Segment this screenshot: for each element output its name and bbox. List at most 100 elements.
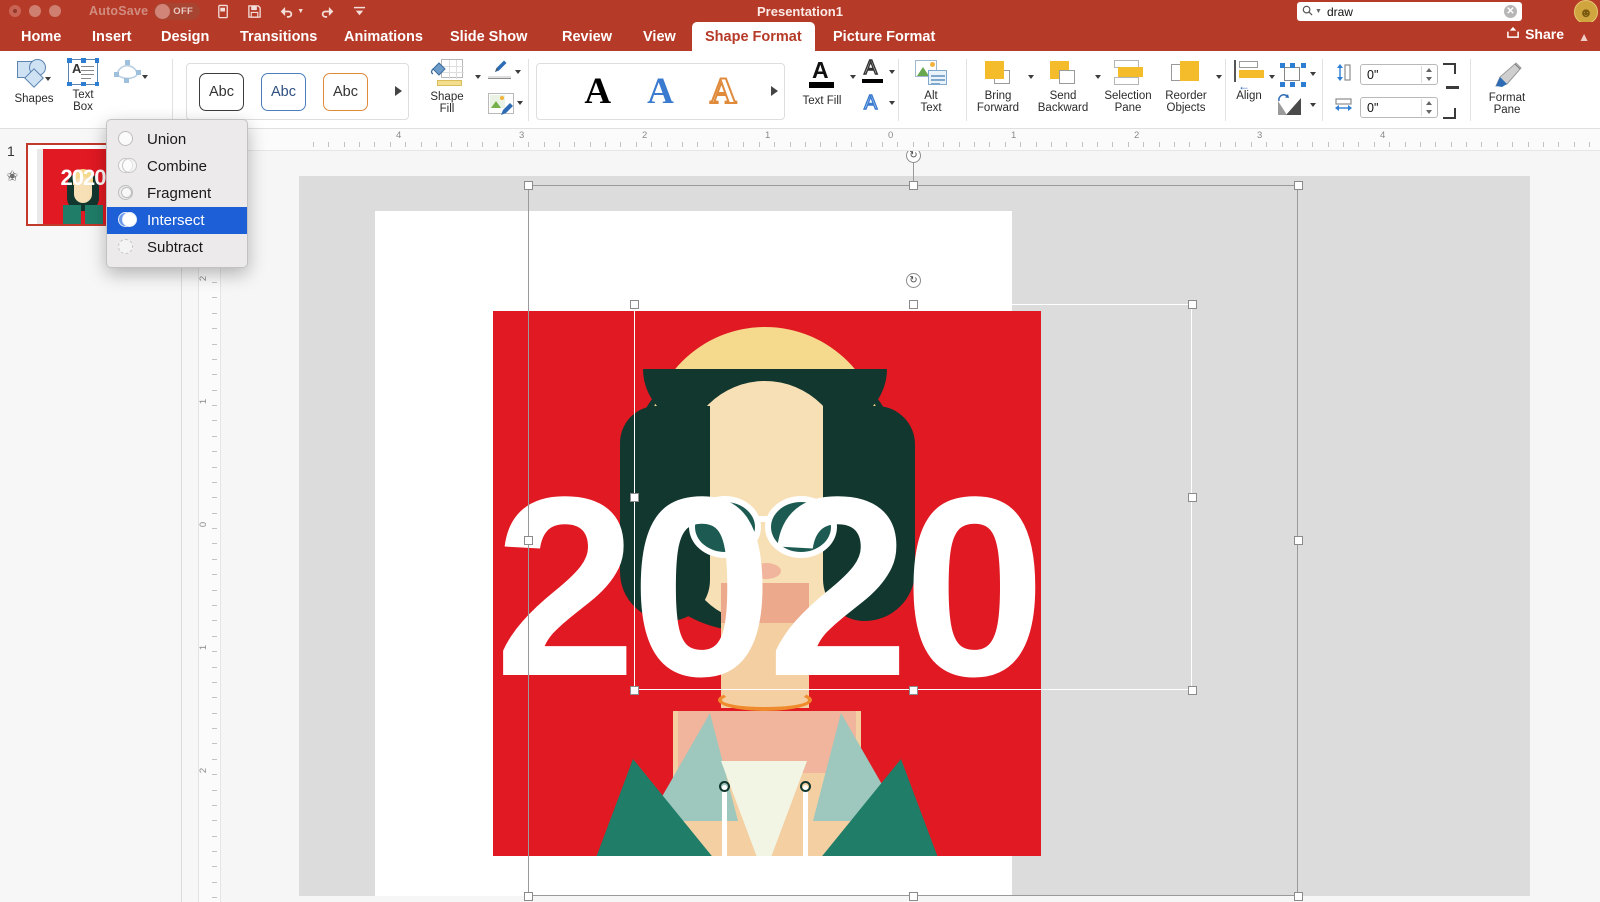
shape-effects-caret[interactable] [517, 101, 523, 105]
text-effects-button[interactable]: A [862, 95, 884, 117]
tab-transitions[interactable]: Transitions [227, 22, 330, 51]
inner-handle-bottom-right[interactable] [1188, 686, 1197, 695]
height-stepper[interactable] [1421, 66, 1436, 83]
autosave-toggle[interactable]: OFF [154, 3, 200, 20]
wordart-styles-gallery[interactable]: A A A [536, 63, 785, 120]
shape-height-field[interactable] [1360, 64, 1438, 85]
text-outline-button[interactable]: A [862, 61, 884, 87]
text-effects-caret[interactable] [889, 101, 895, 105]
text-box-button[interactable]: A Text Box [64, 59, 102, 113]
save-icon[interactable] [247, 4, 262, 19]
rotate-caret[interactable] [1310, 103, 1316, 107]
shape-fill-button[interactable]: Shape Fill [420, 59, 474, 115]
clear-search-icon[interactable]: ✕ [1504, 5, 1517, 18]
shape-fill-caret[interactable] [475, 75, 481, 79]
inner-handle-bottom-center[interactable] [909, 686, 918, 695]
inner-handle-middle-right[interactable] [1188, 493, 1197, 502]
horizontal-ruler[interactable]: 432101234 [199, 129, 1600, 151]
shapes-button[interactable]: Shapes [6, 59, 62, 105]
avatar[interactable]: ☻ [1574, 0, 1598, 24]
share-button[interactable]: Share [1506, 26, 1564, 42]
handle-bottom-center[interactable] [909, 892, 918, 901]
edit-points-button[interactable] [108, 59, 146, 85]
format-pane-button[interactable]: Format Pane [1478, 60, 1536, 116]
shape-styles-more-arrow[interactable] [395, 86, 402, 96]
search-input[interactable] [1327, 5, 1504, 19]
reorder-objects-caret[interactable] [1216, 75, 1222, 79]
inner-rotate-handle[interactable]: ↻ [906, 273, 921, 288]
inner-handle-top-center[interactable] [909, 300, 918, 309]
chevron-down-icon[interactable]: ▼ [1315, 8, 1322, 15]
shape-effects-button[interactable] [488, 93, 514, 114]
handle-top-center[interactable] [909, 181, 918, 190]
tab-view[interactable]: View [630, 22, 689, 51]
tab-review[interactable]: Review [549, 22, 625, 51]
shape-width-field[interactable] [1360, 97, 1438, 118]
shape-styles-gallery[interactable]: Abc Abc Abc [186, 63, 409, 120]
tab-slide-show[interactable]: Slide Show [437, 22, 540, 51]
merge-shapes-menu[interactable]: Union Combine Fragment Intersect Subtrac… [106, 119, 248, 268]
tab-design[interactable]: Design [148, 22, 222, 51]
undo-icon[interactable]: ▼ [278, 5, 304, 18]
text-outline-caret[interactable] [889, 70, 895, 74]
align-caret[interactable] [1269, 75, 1275, 79]
inner-handle-top-left[interactable] [630, 300, 639, 309]
text-fill-caret[interactable] [850, 75, 856, 79]
maximize-window-button[interactable] [49, 5, 61, 17]
tab-picture-format[interactable]: Picture Format [820, 22, 948, 51]
reorder-objects-button[interactable]: Reorder Objects [1160, 60, 1212, 114]
selection-pane-button[interactable]: Selection Pane [1100, 60, 1156, 114]
shapes-dropdown-caret[interactable] [45, 77, 51, 81]
menu-item-combine[interactable]: Combine [107, 153, 247, 180]
tab-insert[interactable]: Insert [79, 22, 145, 51]
bring-forward-caret[interactable] [1028, 75, 1034, 79]
menu-item-union[interactable]: Union [107, 126, 247, 153]
send-backward-button[interactable]: Send Backward [1035, 60, 1091, 114]
handle-middle-left[interactable] [524, 536, 533, 545]
width-stepper[interactable] [1421, 99, 1436, 116]
rotate-button[interactable] [1278, 95, 1306, 117]
tab-home[interactable]: Home [8, 22, 74, 51]
inner-handle-bottom-left[interactable] [630, 686, 639, 695]
menu-item-intersect[interactable]: Intersect [107, 207, 247, 234]
menu-item-subtract[interactable]: Subtract [107, 234, 247, 261]
minimize-window-button[interactable] [29, 5, 41, 17]
wordart-style-3[interactable]: A [710, 73, 737, 110]
window-controls[interactable] [0, 5, 61, 17]
close-window-button[interactable] [9, 5, 21, 17]
menu-item-fragment[interactable]: Fragment [107, 180, 247, 207]
group-objects-button[interactable] [1278, 63, 1308, 87]
inner-handle-middle-left[interactable] [630, 493, 639, 502]
tab-shape-format[interactable]: Shape Format [692, 22, 815, 51]
shape-style-1[interactable]: Abc [199, 73, 244, 111]
tab-animations[interactable]: Animations [331, 22, 436, 51]
autosave-control[interactable]: AutoSave OFF [89, 3, 200, 20]
group-objects-caret[interactable] [1310, 72, 1316, 76]
slide-canvas-area[interactable]: 2020 ↻ ↻ [221, 151, 1600, 902]
shape-height-input[interactable] [1361, 68, 1417, 82]
new-slide-icon[interactable] [216, 4, 231, 19]
wordart-style-1[interactable]: A [584, 73, 611, 110]
handle-top-left[interactable] [524, 181, 533, 190]
alt-text-button[interactable]: Alt Text [908, 60, 954, 114]
bring-forward-button[interactable]: Bring Forward [972, 60, 1024, 114]
shape-width-input[interactable] [1361, 101, 1417, 115]
edit-points-caret[interactable] [142, 75, 148, 79]
handle-bottom-left[interactable] [524, 892, 533, 901]
search-box[interactable]: ▼ ✕ [1297, 2, 1522, 21]
redo-icon[interactable] [320, 5, 336, 18]
wordart-style-2[interactable]: A [647, 73, 674, 110]
outer-rotate-handle[interactable]: ↻ [906, 151, 921, 163]
handle-top-right[interactable] [1294, 181, 1303, 190]
inner-handle-top-right[interactable] [1188, 300, 1197, 309]
customize-toolbar-icon[interactable] [352, 5, 367, 18]
shape-style-3[interactable]: Abc [323, 73, 368, 111]
shape-outline-caret[interactable] [515, 70, 521, 74]
wordart-more-arrow[interactable] [771, 86, 778, 96]
align-button[interactable]: ← Align [1228, 60, 1270, 102]
ribbon-collapse-icon[interactable]: ▲ [1578, 30, 1590, 44]
shape-outline-button[interactable] [486, 59, 514, 81]
shape-style-2[interactable]: Abc [261, 73, 306, 111]
text-fill-button[interactable]: A Text Fill [794, 61, 850, 107]
handle-middle-right[interactable] [1294, 536, 1303, 545]
